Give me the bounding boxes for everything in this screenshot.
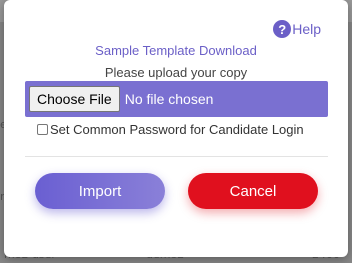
sample-template-download-link[interactable]: Sample Template Download [4, 43, 348, 58]
common-password-checkbox[interactable] [37, 124, 48, 135]
question-circle-icon: ? [273, 20, 292, 38]
file-input[interactable]: Choose File No file chosen [25, 81, 328, 117]
import-button[interactable]: Import [35, 173, 165, 209]
upload-hint: Please upload your copy [104, 65, 248, 80]
common-password-label: Set Common Password for Candidate Login [50, 122, 304, 137]
cancel-button[interactable]: Cancel [188, 173, 318, 209]
upload-modal: ? Help Sample Template Download Please u… [4, 0, 348, 257]
file-status: No file chosen [124, 91, 214, 107]
common-password-option[interactable]: Set Common Password for Candidate Login [37, 122, 304, 137]
divider [25, 156, 328, 157]
help-link[interactable]: ? Help [273, 20, 321, 38]
help-label: Help [292, 21, 321, 37]
choose-file-button[interactable]: Choose File [29, 86, 120, 112]
